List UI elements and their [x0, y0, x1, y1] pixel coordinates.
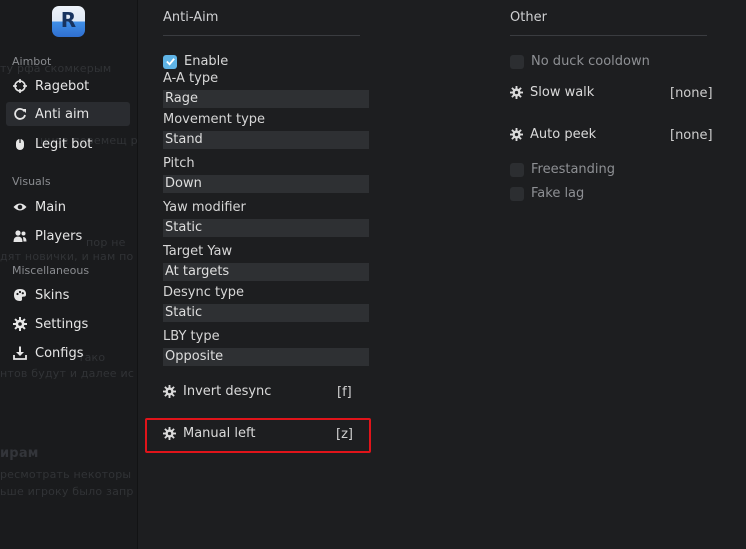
yaw-modifier-label: Yaw modifier	[163, 200, 246, 215]
checkbox-unchecked[interactable]	[510, 186, 524, 201]
aa-type-dropdown[interactable]: Rage	[163, 90, 369, 108]
ghost-text: ирам	[0, 446, 39, 461]
app-logo: R	[52, 6, 85, 37]
sidebar-item-main[interactable]: Main	[6, 195, 130, 219]
fake-lag-checkbox[interactable]: Fake lag	[510, 186, 584, 201]
sidebar-item-label: Ragebot	[35, 78, 90, 94]
sidebar-item-label: Anti aim	[35, 106, 90, 122]
sidebar-item-label: Legit bot	[35, 136, 93, 152]
enable-checkbox[interactable]: Enable	[163, 54, 228, 69]
yaw-modifier-dropdown[interactable]: Static	[163, 219, 369, 237]
download-icon	[13, 346, 27, 360]
desync-type-label: Desync type	[163, 285, 245, 300]
mouse-icon	[13, 137, 27, 151]
manual-left-label: Manual left	[183, 426, 256, 441]
check-icon	[165, 58, 175, 66]
sidebar-item-label: Configs	[35, 345, 84, 361]
auto-peek-settings[interactable]: Auto peek	[510, 127, 596, 142]
crosshair-icon	[13, 79, 27, 93]
sidebar: ту рфа скомкерым нное перемещ руки пор н…	[0, 0, 138, 549]
manual-left-settings[interactable]: Manual left	[163, 426, 255, 441]
palette-icon	[13, 288, 27, 302]
other-title: Other	[510, 10, 547, 25]
eye-icon	[13, 200, 27, 214]
section-visuals: Visuals	[12, 175, 51, 188]
section-miscellaneous: Miscellaneous	[12, 264, 90, 277]
manual-left-keybind[interactable]: [z]	[336, 427, 353, 442]
divider	[510, 35, 707, 36]
freestanding-checkbox[interactable]: Freestanding	[510, 162, 615, 177]
gear-icon	[510, 128, 523, 141]
sidebar-item-ragebot[interactable]: Ragebot	[6, 74, 130, 98]
divider	[163, 35, 360, 36]
lby-type-label: LBY type	[163, 329, 220, 344]
checkbox-unchecked[interactable]	[510, 162, 524, 177]
section-aimbot: Aimbot	[12, 55, 52, 68]
pitch-label: Pitch	[163, 156, 195, 171]
checkbox-unchecked[interactable]	[510, 54, 524, 69]
no-duck-cooldown-label: No duck cooldown	[531, 54, 650, 69]
users-icon	[13, 229, 27, 243]
sidebar-item-skins[interactable]: Skins	[6, 283, 130, 307]
slow-walk-settings[interactable]: Slow walk	[510, 85, 594, 100]
ghost-text: нтов будут и далее ис	[0, 367, 135, 380]
pitch-dropdown[interactable]: Down	[163, 175, 369, 193]
content-panel: Anti-Aim Enable A-A type Rage Movement t…	[138, 0, 746, 549]
sidebar-item-anti-aim[interactable]: Anti aim	[6, 102, 130, 126]
freestanding-label: Freestanding	[531, 162, 616, 177]
ghost-text: дят новички, и нам по	[0, 250, 134, 263]
auto-peek-keybind[interactable]: [none]	[670, 128, 713, 143]
movement-type-dropdown[interactable]: Stand	[163, 131, 369, 149]
sidebar-item-label: Skins	[35, 287, 70, 303]
enable-label: Enable	[184, 54, 229, 69]
desync-type-dropdown[interactable]: Static	[163, 304, 369, 322]
target-yaw-dropdown[interactable]: At targets	[163, 263, 369, 281]
fake-lag-label: Fake lag	[531, 186, 585, 201]
aa-type-label: A-A type	[163, 71, 219, 86]
invert-desync-label: Invert desync	[183, 384, 272, 399]
gear-icon	[510, 86, 523, 99]
slow-walk-label: Slow walk	[530, 85, 595, 100]
gear-icon	[13, 317, 27, 331]
slow-walk-keybind[interactable]: [none]	[670, 86, 713, 101]
auto-peek-label: Auto peek	[530, 127, 597, 142]
no-duck-cooldown-checkbox[interactable]: No duck cooldown	[510, 54, 650, 69]
spin-icon	[13, 107, 27, 121]
sidebar-item-label: Settings	[35, 316, 89, 332]
sidebar-item-configs[interactable]: Configs	[6, 341, 130, 365]
sidebar-item-legit-bot[interactable]: Legit bot	[6, 132, 130, 156]
lby-type-dropdown[interactable]: Opposite	[163, 348, 369, 366]
gear-icon	[163, 427, 176, 440]
invert-desync-settings[interactable]: Invert desync	[163, 384, 271, 399]
gear-icon	[163, 385, 176, 398]
ghost-text: ресмотрать некоторы	[0, 468, 132, 481]
sidebar-item-label: Players	[35, 228, 83, 244]
sidebar-item-players[interactable]: Players	[6, 224, 130, 248]
sidebar-item-settings[interactable]: Settings	[6, 312, 130, 336]
movement-type-label: Movement type	[163, 112, 266, 127]
checkbox-checked[interactable]	[163, 54, 177, 69]
sidebar-item-label: Main	[35, 199, 67, 215]
target-yaw-label: Target Yaw	[163, 244, 233, 259]
ghost-text: ьше игроку было запр	[0, 485, 134, 498]
invert-desync-keybind[interactable]: [f]	[337, 385, 352, 400]
anti-aim-title: Anti-Aim	[163, 10, 219, 25]
